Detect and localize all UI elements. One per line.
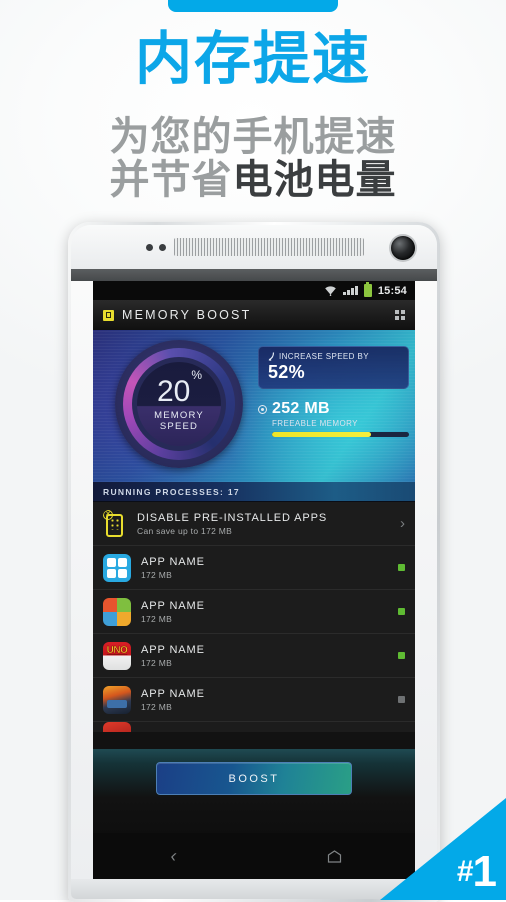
top-blue-tab — [168, 0, 338, 12]
app-icon-quad-color — [103, 597, 131, 626]
speed-arrow-icon — [268, 352, 275, 361]
rank-number: 1 — [472, 847, 498, 896]
app-name: APP NAME — [141, 599, 205, 612]
table-row[interactable]: UNO APP NAME 172 MB — [93, 634, 415, 678]
radio-dot-icon — [258, 404, 267, 414]
app-list: ✕ DISABLE PRE-INSTALLED APPS Can save up… — [93, 502, 415, 732]
app-name: APP NAME — [141, 555, 205, 568]
headline-container: 内存提速 — [0, 26, 506, 92]
signal-bars-icon — [343, 286, 358, 295]
partial-list-item[interactable] — [93, 722, 415, 732]
earpiece-speaker-grille — [174, 238, 364, 256]
app-name: APP NAME — [141, 643, 205, 656]
status-badge[interactable] — [398, 652, 405, 659]
disable-preinstalled-apps-row[interactable]: ✕ DISABLE PRE-INSTALLED APPS Can save up… — [93, 502, 415, 546]
app-icon-blue-grid — [103, 553, 131, 582]
gauge-unit: % — [191, 367, 203, 382]
screen-top-band — [71, 269, 437, 281]
app-header-bar: MEMORY BOOST — [93, 300, 415, 330]
app-row-text: APP NAME 172 MB — [141, 644, 398, 668]
app-row-text: APP NAME 172 MB — [141, 600, 398, 624]
freeable-memory-bar-fill — [272, 432, 371, 437]
table-row[interactable]: APP NAME 172 MB — [93, 546, 415, 590]
app-size: 172 MB — [141, 613, 173, 624]
increase-speed-panel: INCREASE SPEED BY 52% — [258, 346, 409, 389]
freeable-memory-label: FREEABLE MEMORY — [272, 419, 358, 428]
hero-gauge-panel: 20% MEMORY SPEED INCREASE SPEED BY 52% 2… — [93, 330, 415, 482]
android-nav-bar: ‹ — [93, 833, 415, 879]
rank-badge-text: #1 — [456, 847, 498, 896]
subtitle-line-2: 并节省电池电量 — [0, 156, 506, 203]
app-size: 172 MB — [141, 657, 173, 668]
phone-screen: 15:54 MEMORY BOOST 20% MEMORY SPEED INCR… — [93, 281, 415, 837]
status-bar-clock: 15:54 — [377, 284, 407, 297]
app-row-text: APP NAME 172 MB — [141, 688, 398, 712]
status-badge[interactable] — [398, 608, 405, 615]
battery-icon — [363, 282, 372, 297]
rank-badge-ribbon: #1 — [380, 798, 506, 900]
app-icon-partial — [103, 722, 131, 732]
front-camera-icon — [391, 236, 415, 260]
status-badge[interactable] — [398, 564, 405, 571]
freeable-memory-block: 252 MB FREEABLE MEMORY — [258, 400, 409, 437]
phone-top-bezel — [71, 225, 437, 269]
freeable-memory-bar-track — [272, 432, 409, 437]
status-badge[interactable] — [398, 696, 405, 703]
android-status-bar: 15:54 — [93, 281, 415, 300]
gauge-value: 20% — [156, 369, 202, 408]
increase-speed-label-row: INCREASE SPEED BY — [268, 352, 399, 361]
table-row[interactable]: APP NAME 172 MB — [93, 590, 415, 634]
app-icon-car-game — [103, 685, 131, 714]
subtitle-line-1: 为您的手机提速 — [109, 114, 397, 160]
disable-row-text: DISABLE PRE-INSTALLED APPS Can save up t… — [137, 512, 400, 536]
memory-boost-logo-icon — [103, 309, 114, 321]
freeable-memory-value: 252 MB — [272, 400, 330, 417]
gauge-label-line1: MEMORY — [154, 409, 204, 421]
subtitle-line-2-light: 并节省 — [109, 156, 233, 203]
app-icon-uno-game: UNO — [103, 641, 131, 670]
gauge-core: 20% MEMORY SPEED — [137, 362, 221, 446]
grid-menu-icon[interactable] — [395, 310, 405, 320]
gauge-number: 20 — [156, 374, 191, 408]
increase-speed-value: 52% — [268, 362, 305, 382]
gauge-label-line2: SPEED — [159, 420, 199, 432]
app-size: 172 MB — [141, 569, 173, 580]
app-name: APP NAME — [141, 687, 205, 700]
app-title: MEMORY BOOST — [122, 308, 252, 322]
app-row-text: APP NAME 172 MB — [141, 556, 398, 580]
subtitle-container: 为您的手机提速 并节省电池电量 — [0, 116, 506, 202]
light-sensor-icon — [159, 244, 166, 251]
page-title: 内存提速 — [135, 26, 371, 92]
rank-hash: # — [456, 855, 474, 888]
disable-preinstalled-apps-icon: ✕ — [103, 509, 127, 538]
subtitle-line-2-dark: 电池电量 — [232, 156, 397, 203]
running-processes-strip: RUNNING PROCESSES: 17 — [93, 482, 415, 502]
memory-speed-gauge: 20% MEMORY SPEED — [115, 340, 243, 468]
boost-button[interactable]: BOOST — [156, 762, 352, 795]
freeable-memory-head: 252 MB — [258, 400, 409, 418]
wifi-icon — [325, 286, 337, 296]
back-arrow-icon[interactable]: ‹ — [93, 846, 254, 867]
chevron-right-icon[interactable]: › — [400, 515, 405, 532]
increase-speed-label: INCREASE SPEED BY — [279, 352, 369, 361]
table-row[interactable]: APP NAME 172 MB — [93, 678, 415, 722]
app-size: 172 MB — [141, 701, 173, 712]
running-processes-label: RUNNING PROCESSES: 17 — [103, 486, 240, 497]
boost-footer: BOOST — [93, 749, 415, 837]
disable-row-title: DISABLE PRE-INSTALLED APPS — [137, 511, 328, 524]
disable-row-subtitle: Can save up to 172 MB — [137, 525, 233, 536]
proximity-sensor-icon — [146, 244, 153, 251]
